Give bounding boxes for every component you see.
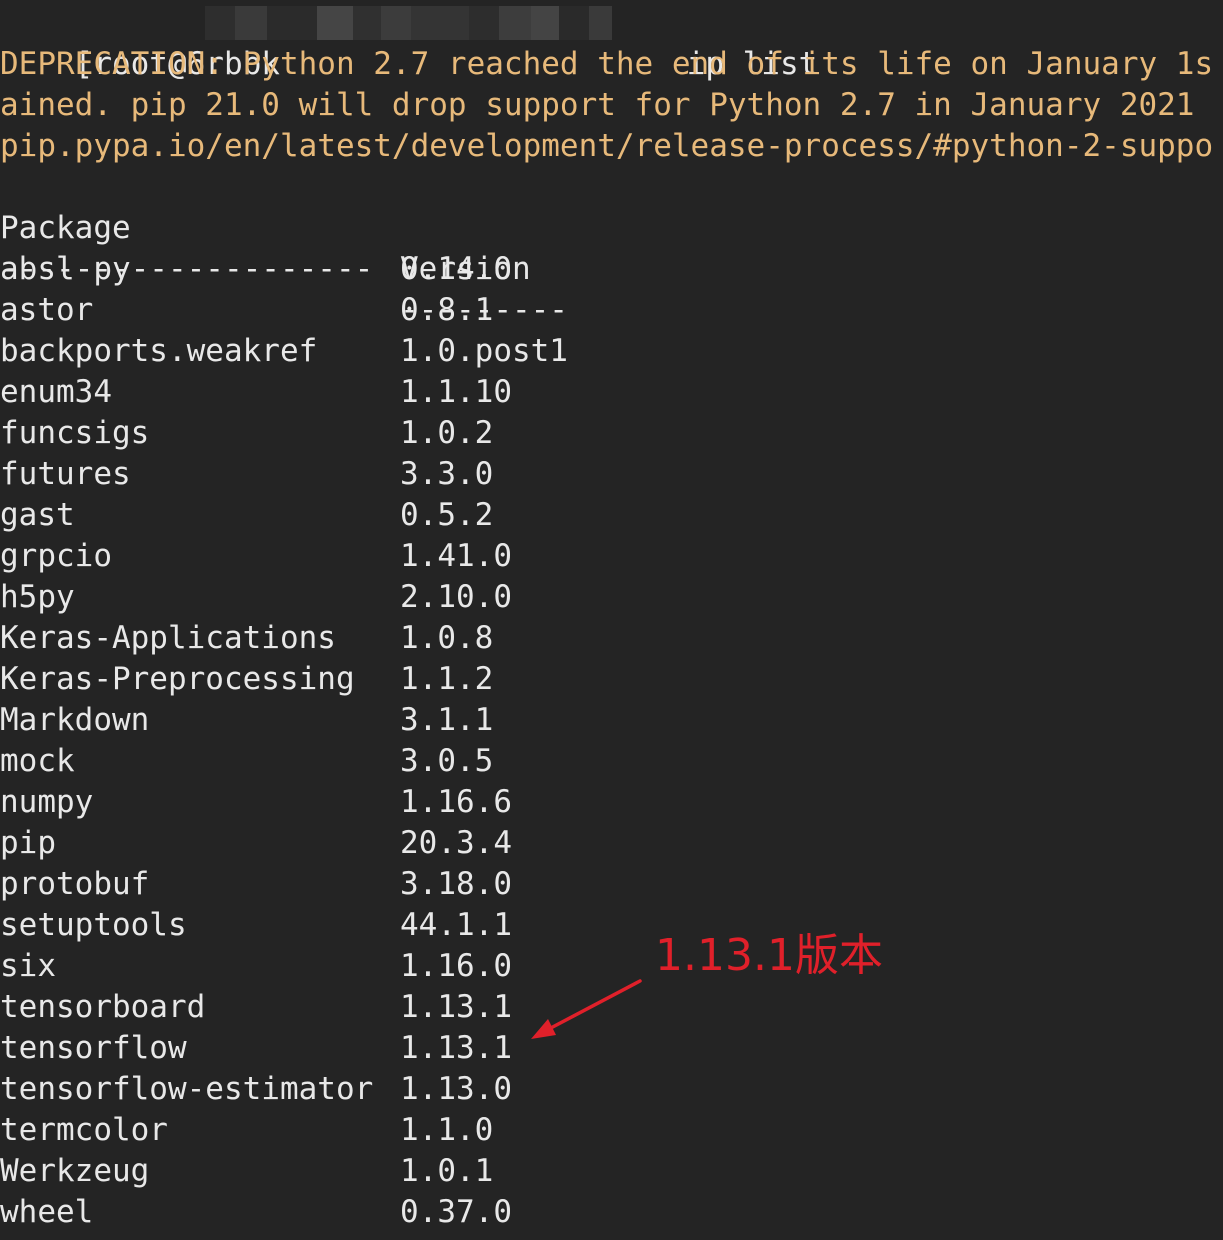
version-annotation: 1.13.1版本 bbox=[655, 930, 883, 981]
package-name: grpcio bbox=[0, 538, 112, 574]
table-row: backports.weakref 1.0.post1 bbox=[0, 331, 1223, 372]
package-name: setuptools bbox=[0, 907, 187, 943]
table-separator: -------------------- --------- bbox=[0, 208, 1223, 328]
package-name: Keras-Preprocessing bbox=[0, 661, 355, 697]
package-version: 3.1.1 bbox=[400, 702, 494, 738]
package-name: astor bbox=[0, 292, 94, 328]
table-row: protobuf 3.18.0 bbox=[0, 864, 1223, 905]
package-version: 1.13.1 bbox=[400, 1030, 512, 1066]
table-row: futures 3.3.0 bbox=[0, 454, 1223, 495]
package-version: 20.3.4 bbox=[400, 825, 512, 861]
package-version: 0.37.0 bbox=[400, 1194, 512, 1230]
package-name: pip bbox=[0, 825, 56, 861]
package-version: 1.0.post1 bbox=[400, 333, 568, 369]
package-name: tensorflow bbox=[0, 1030, 187, 1066]
table-row: setuptools 44.1.1 bbox=[0, 905, 1223, 946]
package-version: 3.0.5 bbox=[400, 743, 494, 779]
package-name: Markdown bbox=[0, 702, 150, 738]
package-version: 1.1.2 bbox=[400, 661, 494, 697]
package-name: Werkzeug bbox=[0, 1153, 150, 1189]
package-name: tensorflow-estimator bbox=[0, 1071, 374, 1107]
package-name: mock bbox=[0, 743, 75, 779]
package-version: 1.0.8 bbox=[400, 620, 494, 656]
package-version: 3.3.0 bbox=[400, 456, 494, 492]
package-name: Keras-Applications bbox=[0, 620, 336, 656]
package-version: 1.16.6 bbox=[400, 784, 512, 820]
table-row: tensorflow 1.13.1 bbox=[0, 1028, 1223, 1069]
table-row: six 1.16.0 bbox=[0, 946, 1223, 987]
table-header: Package Version bbox=[0, 167, 1223, 287]
package-name: gast bbox=[0, 497, 75, 533]
package-version: 1.13.0 bbox=[400, 1071, 512, 1107]
package-version: 1.1.0 bbox=[400, 1112, 494, 1148]
table-row: mock 3.0.5 bbox=[0, 741, 1223, 782]
table-row: termcolor 1.1.0 bbox=[0, 1110, 1223, 1151]
table-row: h5py 2.10.0 bbox=[0, 577, 1223, 618]
package-name: wheel bbox=[0, 1194, 94, 1230]
package-name: h5py bbox=[0, 579, 75, 615]
package-name: absl-py bbox=[0, 251, 131, 287]
table-row: Markdown 3.1.1 bbox=[0, 700, 1223, 741]
package-version: 3.18.0 bbox=[400, 866, 512, 902]
table-row: gast 0.5.2 bbox=[0, 495, 1223, 536]
deprecation-line-1: DEPRECATION: Python 2.7 reached the end … bbox=[0, 46, 1214, 82]
table-row: wheel 0.37.0 bbox=[0, 1192, 1223, 1233]
table-row: enum34 1.1.10 bbox=[0, 372, 1223, 413]
deprecation-line-3: pip.pypa.io/en/latest/development/releas… bbox=[0, 128, 1214, 164]
package-version: 1.1.10 bbox=[400, 374, 512, 410]
table-row: astor 0.8.1 bbox=[0, 290, 1223, 331]
table-row: Werkzeug 1.0.1 bbox=[0, 1151, 1223, 1192]
package-name: protobuf bbox=[0, 866, 150, 902]
table-row: absl-py 0.14.0 bbox=[0, 249, 1223, 290]
package-version: 1.13.1 bbox=[400, 989, 512, 1025]
package-version: 0.8.1 bbox=[400, 292, 494, 328]
package-version: 0.14.0 bbox=[400, 251, 512, 287]
package-version: 2.10.0 bbox=[400, 579, 512, 615]
package-name: backports.weakref bbox=[0, 333, 318, 369]
package-version: 44.1.1 bbox=[400, 907, 512, 943]
package-name: numpy bbox=[0, 784, 94, 820]
table-row: grpcio 1.41.0 bbox=[0, 536, 1223, 577]
package-version: 1.0.1 bbox=[400, 1153, 494, 1189]
prompt-command: ip list bbox=[686, 46, 818, 82]
package-name: futures bbox=[0, 456, 131, 492]
table-row: tensorflow-estimator 1.13.0 bbox=[0, 1069, 1223, 1110]
package-name: six bbox=[0, 948, 56, 984]
table-row: tensorboard 1.13.1 bbox=[0, 987, 1223, 1028]
package-name: tensorboard bbox=[0, 989, 206, 1025]
table-row: Keras-Preprocessing 1.1.2 bbox=[0, 659, 1223, 700]
package-version: 1.0.2 bbox=[400, 415, 494, 451]
package-version: 0.5.2 bbox=[400, 497, 494, 533]
table-row: Keras-Applications 1.0.8 bbox=[0, 618, 1223, 659]
package-name: enum34 bbox=[0, 374, 112, 410]
package-version: 1.16.0 bbox=[400, 948, 512, 984]
package-name: termcolor bbox=[0, 1112, 168, 1148]
package-name: funcsigs bbox=[0, 415, 150, 451]
table-row: funcsigs 1.0.2 bbox=[0, 413, 1223, 454]
terminal-window[interactable]: [root@6rbbk ip list DEPRECATION: Python … bbox=[0, 0, 1223, 1240]
table-row: numpy 1.16.6 bbox=[0, 782, 1223, 823]
table-row: pip 20.3.4 bbox=[0, 823, 1223, 864]
package-version: 1.41.0 bbox=[400, 538, 512, 574]
deprecation-line-2: ained. pip 21.0 will drop support for Py… bbox=[0, 87, 1195, 123]
